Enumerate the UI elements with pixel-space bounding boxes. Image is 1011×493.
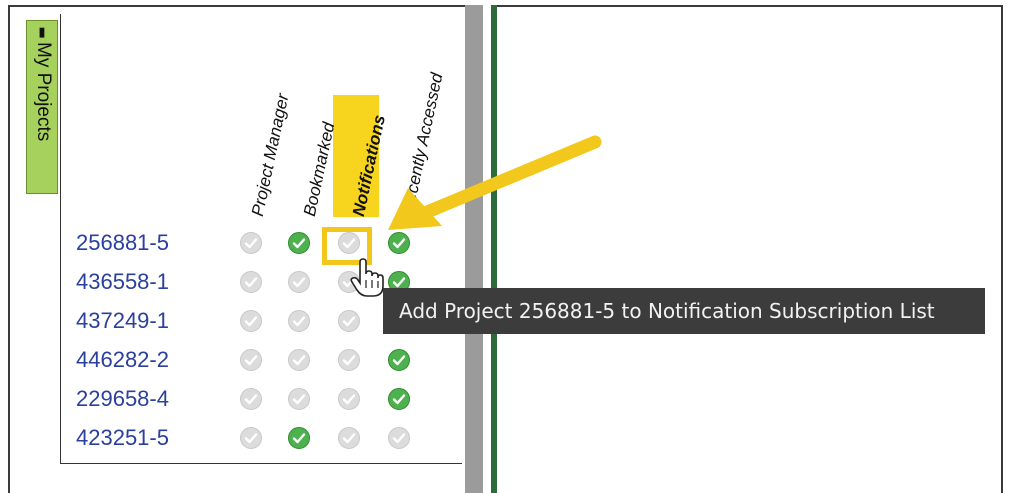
project-manager-toggle[interactable] (240, 232, 262, 254)
window-left-border (8, 5, 10, 493)
project-manager-toggle[interactable] (240, 349, 262, 371)
project-link[interactable]: 423251-5 (76, 425, 169, 451)
bookmarked-toggle[interactable] (288, 310, 310, 332)
panel-splitter[interactable] (465, 5, 483, 493)
callout-arrow-icon (388, 135, 602, 230)
project-link[interactable]: 229658-4 (76, 386, 169, 412)
project-link[interactable]: 436558-1 (76, 269, 169, 295)
my-projects-tab-label: My Projects (33, 42, 54, 142)
bookmarked-toggle[interactable] (288, 427, 310, 449)
project-manager-toggle[interactable] (240, 427, 262, 449)
project-manager-toggle[interactable] (240, 310, 262, 332)
project-manager-toggle[interactable] (240, 388, 262, 410)
recently-accessed-toggle[interactable] (388, 349, 410, 371)
notification-tooltip: Add Project 256881-5 to Notification Sub… (383, 288, 985, 334)
bookmarked-toggle[interactable] (288, 232, 310, 254)
hand-cursor-icon (350, 258, 384, 297)
window-right-border (1001, 5, 1003, 493)
notifications-toggle[interactable] (338, 310, 360, 332)
splitter-gap (483, 5, 491, 493)
bookmarked-toggle[interactable] (288, 271, 310, 293)
my-projects-tab[interactable]: ▮ My Projects (26, 20, 58, 194)
bookmarked-toggle[interactable] (288, 349, 310, 371)
notifications-toggle[interactable] (338, 427, 360, 449)
pin-icon: ▮ (35, 25, 51, 40)
window-top-border (8, 5, 1003, 7)
recently-accessed-toggle[interactable] (388, 388, 410, 410)
tooltip-text: Add Project 256881-5 to Notification Sub… (399, 299, 935, 323)
project-link[interactable]: 446282-2 (76, 347, 169, 373)
project-link[interactable]: 256881-5 (76, 230, 169, 256)
content-border (491, 5, 497, 493)
notifications-toggle[interactable] (338, 388, 360, 410)
notifications-toggle[interactable] (338, 349, 360, 371)
project-link[interactable]: 437249-1 (76, 308, 169, 334)
recently-accessed-toggle[interactable] (388, 427, 410, 449)
bookmarked-toggle[interactable] (288, 388, 310, 410)
project-manager-toggle[interactable] (240, 271, 262, 293)
